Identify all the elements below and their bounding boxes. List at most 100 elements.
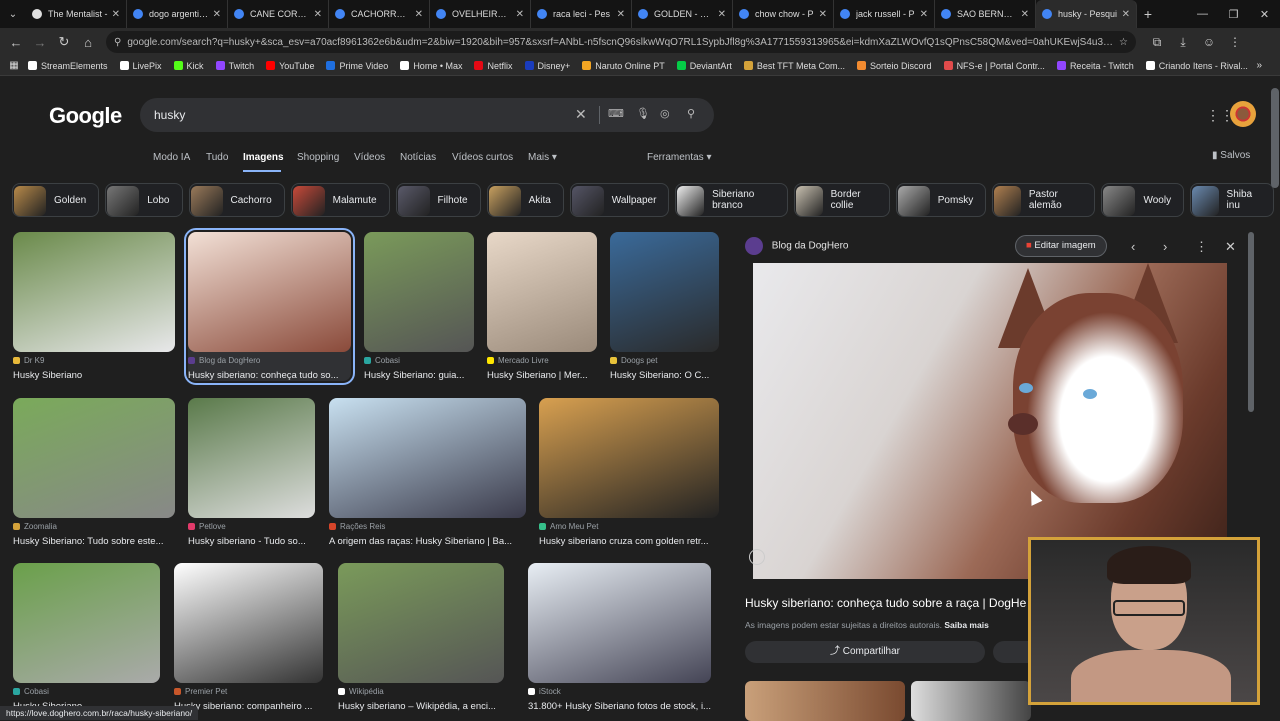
browser-tab[interactable]: CANE CORSO ✕ bbox=[228, 0, 329, 28]
image-result[interactable]: iStock 31.800+ Husky Siberiano fotos de s… bbox=[528, 563, 711, 712]
result-thumbnail[interactable] bbox=[338, 563, 504, 683]
result-source[interactable]: Zoomalia bbox=[13, 522, 175, 531]
result-source[interactable]: Petlove bbox=[188, 522, 315, 531]
bookmark-item[interactable]: Kick bbox=[173, 61, 204, 71]
google-logo[interactable]: Google bbox=[49, 103, 122, 129]
result-caption[interactable]: Husky Siberiano: O C... bbox=[610, 370, 719, 381]
result-caption[interactable]: Husky siberiano cruza com golden retr... bbox=[539, 536, 719, 547]
back-icon[interactable]: ← bbox=[4, 35, 28, 50]
result-source[interactable]: Premier Pet bbox=[174, 687, 323, 696]
browser-tab[interactable]: GOLDEN - Pes ✕ bbox=[632, 0, 733, 28]
image-result[interactable]: Dr K9 Husky Siberiano bbox=[13, 232, 175, 381]
apps-icon[interactable]: ▦ bbox=[0, 60, 28, 71]
maximize-icon[interactable]: ❐ bbox=[1218, 0, 1249, 28]
image-result[interactable]: Petlove Husky siberiano - Tudo so... bbox=[188, 398, 315, 547]
chip-malamute[interactable]: Malamute bbox=[290, 183, 390, 217]
result-caption[interactable]: 31.800+ Husky Siberiano fotos de stock, … bbox=[528, 701, 711, 712]
image-result[interactable]: Rações Reis A origem das raças: Husky Sib… bbox=[329, 398, 526, 547]
tab-search-icon[interactable]: ⌄ bbox=[0, 0, 26, 28]
next-icon[interactable]: › bbox=[1163, 239, 1167, 254]
result-thumbnail[interactable] bbox=[13, 398, 175, 518]
saved-button[interactable]: ▮ Salvos bbox=[1212, 150, 1250, 161]
close-icon[interactable]: ✕ bbox=[1225, 239, 1236, 255]
result-source[interactable]: Amo Meu Pet bbox=[539, 522, 719, 531]
extensions-icon[interactable]: ⧉ bbox=[1144, 35, 1170, 50]
tab-close-icon[interactable]: ✕ bbox=[920, 9, 928, 20]
result-thumbnail[interactable] bbox=[13, 563, 160, 683]
result-caption[interactable]: Husky siberiano – Wikipédia, a enci... bbox=[338, 701, 504, 712]
tab-videos-curtos[interactable]: Vídeos curtos bbox=[452, 152, 513, 163]
search-input[interactable]: husky bbox=[154, 108, 185, 122]
tab-close-icon[interactable]: ✕ bbox=[415, 9, 423, 20]
prev-icon[interactable]: ‹ bbox=[1131, 239, 1135, 254]
close-window-icon[interactable]: ✕ bbox=[1249, 0, 1280, 28]
bookmark-item[interactable]: Criando Itens - Rival... bbox=[1145, 61, 1248, 71]
menu-icon[interactable]: ⋮ bbox=[1222, 35, 1248, 50]
new-tab-button[interactable]: + bbox=[1137, 6, 1159, 22]
visual-search-icon[interactable] bbox=[749, 549, 765, 565]
image-result[interactable]: Cobasi Husky Siberiano: guia... bbox=[364, 232, 474, 381]
result-source[interactable]: Mercado Livre bbox=[487, 356, 597, 365]
bookmark-star-icon[interactable]: ☆ bbox=[1119, 37, 1128, 48]
browser-tab[interactable]: jack russell - P ✕ bbox=[834, 0, 935, 28]
bookmark-item[interactable]: Receita - Twitch bbox=[1056, 61, 1134, 71]
result-source[interactable]: Wikipédia bbox=[338, 687, 504, 696]
browser-tab[interactable]: The Mentalist - ✕ bbox=[26, 0, 127, 28]
bookmark-item[interactable]: Disney+ bbox=[524, 61, 570, 71]
image-result[interactable]: Premier Pet Husky siberiano: companheiro … bbox=[174, 563, 323, 712]
result-thumbnail[interactable] bbox=[487, 232, 597, 352]
chip-siberiano-branco[interactable]: Siberiano branco bbox=[675, 183, 789, 217]
browser-tab[interactable]: OVELHEIRO G ✕ bbox=[430, 0, 531, 28]
tab-close-icon[interactable]: ✕ bbox=[1122, 9, 1130, 20]
result-caption[interactable]: Husky Siberiano bbox=[13, 370, 175, 381]
tab-close-icon[interactable]: ✕ bbox=[112, 9, 120, 20]
minimize-icon[interactable]: — bbox=[1187, 0, 1218, 28]
preview-image[interactable] bbox=[753, 263, 1227, 579]
bookmark-item[interactable]: LivePix bbox=[119, 61, 162, 71]
result-thumbnail[interactable] bbox=[13, 232, 175, 352]
download-icon[interactable]: ⤓ bbox=[1170, 35, 1196, 50]
lens-icon[interactable]: ◎ bbox=[660, 107, 670, 120]
result-source[interactable]: Cobasi bbox=[364, 356, 474, 365]
bookmark-item[interactable]: NFS-e | Portal Contr... bbox=[943, 61, 1045, 71]
chip-akita[interactable]: Akita bbox=[486, 183, 564, 217]
image-result[interactable]: Mercado Livre Husky Siberiano | Mer... bbox=[487, 232, 597, 381]
panel-title[interactable]: Husky siberiano: conheça tudo sobre a ra… bbox=[745, 596, 1026, 610]
chip-border-collie[interactable]: Border collie bbox=[794, 183, 890, 217]
chip-cachorro[interactable]: Cachorro bbox=[188, 183, 285, 217]
chip-lobo[interactable]: Lobo bbox=[105, 183, 183, 217]
bookmark-item[interactable]: YouTube bbox=[266, 61, 314, 71]
browser-tab[interactable]: chow chow - P ✕ bbox=[733, 0, 834, 28]
tab-shopping[interactable]: Shopping bbox=[297, 152, 339, 163]
result-source[interactable]: iStock bbox=[528, 687, 711, 696]
forward-icon[interactable]: → bbox=[28, 35, 52, 50]
image-result[interactable]: Blog da DogHero Husky siberiano: conheça … bbox=[184, 228, 355, 385]
result-thumbnail[interactable] bbox=[539, 398, 719, 518]
share-button[interactable]: ⤴ Compartilhar bbox=[745, 641, 985, 663]
tab-mais[interactable]: Mais ▾ bbox=[528, 152, 557, 163]
browser-tab[interactable]: CACHORRO Q ✕ bbox=[329, 0, 430, 28]
secondary-action-button[interactable] bbox=[993, 641, 1033, 663]
tab-close-icon[interactable]: ✕ bbox=[1021, 9, 1029, 20]
bookmark-item[interactable]: DeviantArt bbox=[676, 61, 732, 71]
home-icon[interactable]: ⌂ bbox=[76, 35, 100, 50]
search-box[interactable]: husky ✕ ⌨ 🎙 ◎ ⚲ bbox=[140, 98, 714, 132]
result-source[interactable]: Rações Reis bbox=[329, 522, 526, 531]
result-thumbnail[interactable] bbox=[188, 398, 315, 518]
browser-tab[interactable]: raca leci - Pes ✕ bbox=[531, 0, 632, 28]
image-result[interactable]: Doogs pet Husky Siberiano: O C... bbox=[610, 232, 719, 381]
bookmark-item[interactable]: Sorteio Discord bbox=[857, 61, 932, 71]
bookmark-item[interactable]: Naruto Online PT bbox=[582, 61, 665, 71]
mic-icon[interactable]: 🎙 bbox=[636, 107, 650, 120]
browser-tab[interactable]: dogo argentino ✕ bbox=[127, 0, 228, 28]
result-caption[interactable]: Husky Siberiano | Mer... bbox=[487, 370, 597, 381]
more-bookmarks-icon[interactable]: » bbox=[1256, 60, 1262, 71]
tab-imagens[interactable]: Imagens bbox=[243, 152, 284, 163]
chip-pastor-alem-o[interactable]: Pastor alemão bbox=[992, 183, 1096, 217]
tab-close-icon[interactable]: ✕ bbox=[718, 9, 726, 20]
bookmark-item[interactable]: StreamElements bbox=[28, 61, 108, 71]
result-caption[interactable]: Husky Siberiano: Tudo sobre este... bbox=[13, 536, 175, 547]
image-result[interactable]: Amo Meu Pet Husky siberiano cruza com gol… bbox=[539, 398, 719, 547]
tab-close-icon[interactable]: ✕ bbox=[819, 9, 827, 20]
profile-icon[interactable]: ☺ bbox=[1196, 35, 1222, 50]
